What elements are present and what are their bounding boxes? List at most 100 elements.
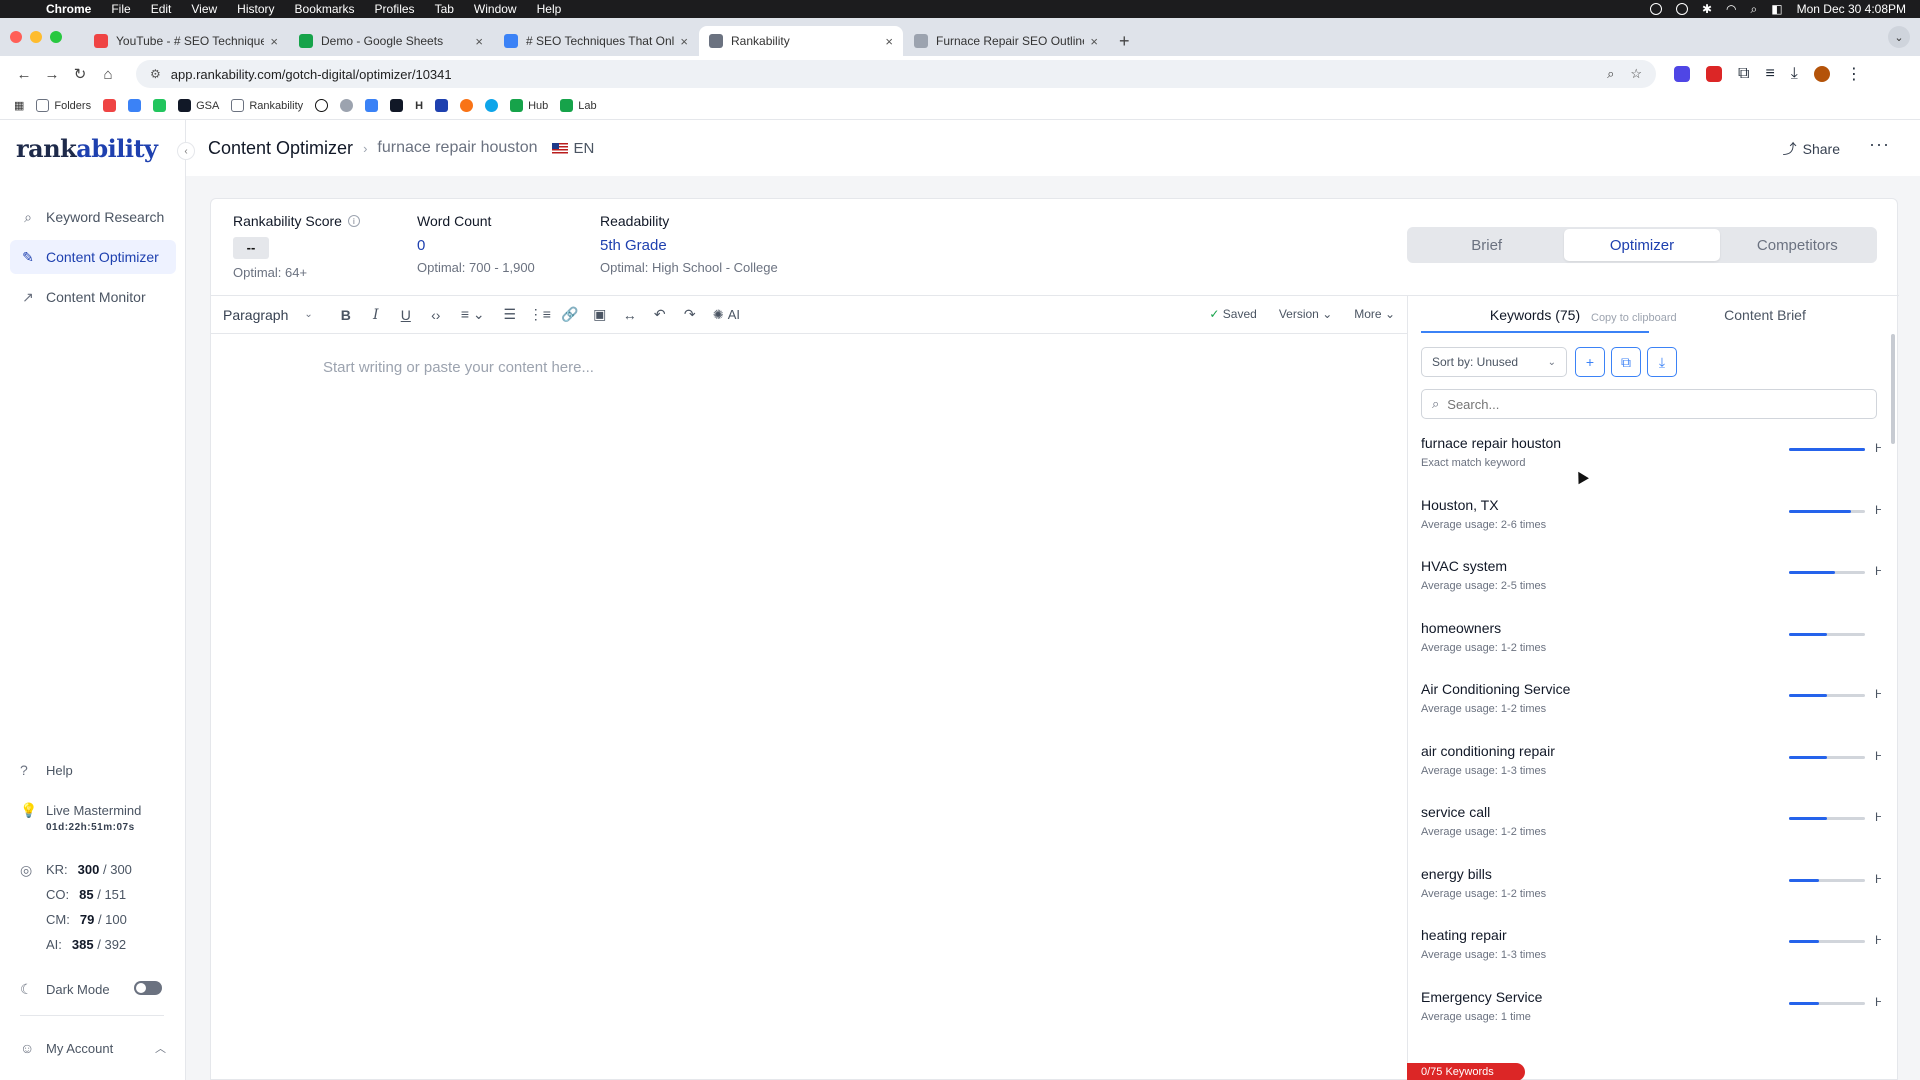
bluetooth-icon[interactable]: ✱	[1702, 2, 1712, 16]
media-controls-icon[interactable]: ≡	[1765, 65, 1774, 83]
keyword-row[interactable]: heating repair Average usage: 1-3 times H	[1421, 919, 1881, 980]
menu-view[interactable]: View	[191, 2, 217, 16]
help-link[interactable]: ? Help	[20, 762, 73, 778]
bookmark[interactable]: H	[415, 100, 423, 112]
menu-tab[interactable]: Tab	[435, 2, 454, 16]
keyword-row[interactable]: service call Average usage: 1-2 times H	[1421, 796, 1881, 857]
keyword-row[interactable]: Emergency Service Average usage: 1 time H	[1421, 981, 1881, 1042]
paragraph-style-select[interactable]: Paragraph ⌄	[223, 307, 313, 323]
back-icon[interactable]: ←	[10, 66, 38, 83]
menu-help[interactable]: Help	[537, 2, 562, 16]
browser-tab[interactable]: Furnace Repair SEO Outline ×	[904, 26, 1108, 56]
my-account-menu[interactable]: ☺ My Account ︿	[20, 1040, 166, 1056]
version-dropdown[interactable]: Version ⌄	[1279, 307, 1332, 321]
menubar-datetime[interactable]: Mon Dec 30 4:08PM	[1797, 2, 1906, 16]
spotlight-icon[interactable]: ⌕	[1751, 2, 1758, 17]
close-tab-icon[interactable]: ×	[270, 34, 278, 49]
wifi-icon[interactable]: ◠	[1726, 2, 1736, 16]
horizontal-rule-icon[interactable]: ↔	[615, 307, 645, 323]
close-tab-icon[interactable]: ×	[475, 34, 483, 49]
zoom-window-icon[interactable]	[50, 31, 62, 43]
more-dropdown[interactable]: More ⌄	[1354, 307, 1395, 321]
home-icon[interactable]: ⌂	[94, 66, 122, 83]
undo-icon[interactable]: ↶	[645, 306, 675, 323]
tab-content-brief[interactable]: Content Brief	[1649, 296, 1881, 334]
play-icon[interactable]	[1675, 3, 1688, 15]
tab-optimizer[interactable]: Optimizer	[1564, 229, 1720, 261]
align-icon[interactable]: ≡ ⌄	[451, 306, 495, 323]
new-tab-icon[interactable]: +	[1109, 26, 1140, 56]
italic-icon[interactable]: I	[361, 307, 391, 323]
browser-tab[interactable]: Demo - Google Sheets ×	[289, 26, 493, 56]
bookmark[interactable]	[315, 99, 329, 112]
address-bar[interactable]: ⚙ app.rankability.com/gotch-digital/opti…	[136, 60, 1656, 88]
keyword-row[interactable]: Air Conditioning Service Average usage: 1…	[1421, 673, 1881, 734]
bookmark[interactable]: Rankability	[231, 99, 303, 112]
ai-button[interactable]: ✺ AI	[713, 307, 740, 323]
keyword-row[interactable]: energy bills Average usage: 1-2 times H	[1421, 858, 1881, 919]
extensions-puzzle-icon[interactable]: ⧉	[1738, 65, 1749, 83]
link-icon[interactable]: 🔗	[555, 306, 585, 323]
sidebar-item-keyword-research[interactable]: ⌕ Keyword Research	[10, 200, 176, 234]
record-icon[interactable]	[1649, 3, 1662, 15]
bookmark[interactable]	[390, 99, 404, 112]
image-icon[interactable]: ▣	[585, 306, 615, 323]
profile-avatar[interactable]	[1813, 66, 1830, 82]
site-info-icon[interactable]: ⚙	[150, 67, 161, 81]
bookmark[interactable]: GSA	[178, 99, 219, 112]
rankability-logo[interactable]: rankability	[16, 134, 158, 163]
tab-competitors[interactable]: Competitors	[1720, 229, 1875, 261]
reload-icon[interactable]: ↻	[66, 65, 94, 83]
tab-brief[interactable]: Brief	[1409, 229, 1564, 261]
chrome-menu-icon[interactable]: ⋮	[1846, 64, 1862, 84]
keyword-row[interactable]: HVAC system Average usage: 2-5 times H	[1421, 550, 1881, 611]
menu-file[interactable]: File	[111, 2, 130, 16]
underline-icon[interactable]: U	[391, 307, 421, 323]
live-mastermind-link[interactable]: 💡 Live Mastermind	[20, 802, 141, 819]
keyword-row[interactable]: air conditioning repair Average usage: 1-…	[1421, 735, 1881, 796]
code-icon[interactable]: ‹›	[421, 307, 451, 323]
menu-edit[interactable]: Edit	[151, 2, 172, 16]
menu-profiles[interactable]: Profiles	[375, 2, 415, 16]
numbered-list-icon[interactable]: ⋮≡	[525, 306, 555, 323]
share-button[interactable]: ⤴ Share	[1783, 139, 1840, 159]
bookmark[interactable]	[103, 99, 117, 112]
bookmark[interactable]	[340, 99, 354, 112]
bookmark-star-icon[interactable]: ☆	[1630, 66, 1642, 82]
bookmark[interactable]	[485, 99, 499, 112]
downloads-icon[interactable]: ⤓	[1791, 65, 1798, 83]
keyword-search[interactable]: ⌕	[1421, 389, 1877, 419]
menu-history[interactable]: History	[237, 2, 274, 16]
bold-icon[interactable]: B	[331, 307, 361, 323]
control-center-icon[interactable]: ◧	[1771, 2, 1782, 16]
menu-app-name[interactable]: Chrome	[46, 2, 91, 16]
bookmark[interactable]: Hub	[510, 99, 548, 112]
editor-placeholder[interactable]: Start writing or paste your content here…	[323, 359, 594, 376]
apps-grid-icon[interactable]: ▦	[14, 99, 24, 112]
keyword-row[interactable]: Houston, TX Average usage: 2-6 times H	[1421, 489, 1881, 550]
bookmark[interactable]	[365, 99, 379, 112]
keyword-row[interactable]: homeowners Average usage: 1-2 times	[1421, 612, 1881, 673]
tab-search-icon[interactable]: ⌄	[1888, 26, 1910, 48]
bookmark[interactable]	[435, 99, 449, 112]
zoom-icon[interactable]: ⌕	[1607, 66, 1614, 82]
page-title[interactable]: Content Optimizer	[208, 138, 353, 159]
browser-tab[interactable]: YouTube - # SEO Techniques ×	[84, 26, 288, 56]
download-keywords-button[interactable]: ⤓	[1647, 347, 1677, 377]
copy-keywords-button[interactable]: ⧉	[1611, 347, 1641, 377]
more-options-icon[interactable]: ···	[1869, 134, 1890, 155]
browser-tab-active[interactable]: Rankability ×	[699, 26, 903, 56]
dark-mode-toggle[interactable]	[134, 981, 162, 995]
bullet-list-icon[interactable]: ☰	[495, 306, 525, 323]
panel-scrollbar[interactable]	[1891, 334, 1895, 444]
bookmark[interactable]	[128, 99, 142, 112]
browser-tab[interactable]: # SEO Techniques That Only ×	[494, 26, 698, 56]
close-window-icon[interactable]	[10, 31, 22, 43]
sort-select[interactable]: Sort by: Unused ⌄	[1421, 347, 1567, 377]
bookmark[interactable]: Folders	[36, 99, 91, 112]
keyword-search-input[interactable]	[1447, 396, 1848, 412]
close-tab-icon[interactable]: ×	[680, 34, 688, 49]
info-icon[interactable]: i	[347, 215, 360, 227]
menu-window[interactable]: Window	[474, 2, 517, 16]
extension-d-icon[interactable]	[1674, 66, 1690, 82]
